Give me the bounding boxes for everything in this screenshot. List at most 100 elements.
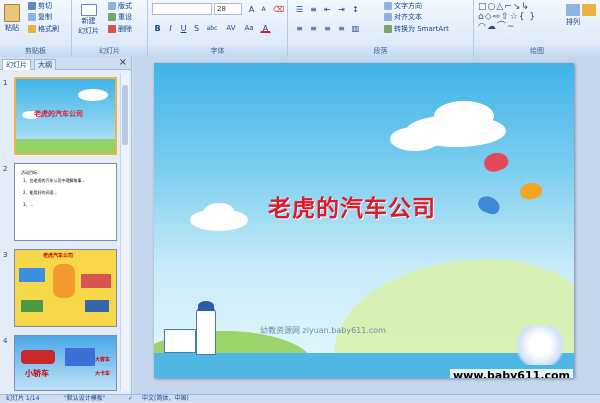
align-right-icon[interactable]: ≡ [322,22,333,33]
thumb-title: 老虎的汽车公司 [34,110,83,118]
shapes-gallery[interactable]: □○△⌐↘↳ ⌂◇⇨⇧☆{ } ◠☁⌒~ [478,2,560,34]
drawing-group-label: 绘图 [474,46,600,57]
panel-tabs: 幻灯片 大纲 × [0,57,131,70]
smartart-icon [384,25,392,33]
site-caption: 幼教资源网 ziyuan.baby611.com [260,326,386,335]
change-case-button[interactable]: Aa [242,22,256,33]
font-group: 28 A A ⌫ B I U S abc AV Aa A 字体 [148,0,288,57]
shadow-button[interactable]: abc [204,22,220,33]
arrange-button[interactable]: 排列 [566,4,580,27]
arrange-icon [566,4,580,16]
slide-editor: 老虎的汽车公司 幼教资源网 ziyuan.baby611.com www.bab… [133,57,600,394]
cut-button[interactable]: 剪切 [28,1,52,11]
quick-styles-button[interactable] [582,4,596,16]
tab-outline[interactable]: 大纲 [34,59,56,70]
layout-button[interactable]: 版式 [108,1,132,11]
lighthouse-roof [198,301,214,311]
strikethrough-button[interactable]: S [191,22,202,33]
slide-thumbnail-4[interactable]: 小轿车 大客车 大卡车 [14,335,117,391]
tab-slides[interactable]: 幻灯片 [2,59,31,70]
cloud [434,101,494,131]
font-group-label: 字体 [148,46,287,57]
thumb-title: 老虎汽车公司 [43,253,74,259]
thumb-number: 1 [3,79,8,87]
clipboard-group-label: 剪贴板 [0,46,71,57]
font-size-combo[interactable]: 28 [214,3,242,15]
slides-panel: 幻灯片 大纲 × 1 老虎的汽车公司 2 活动目标： 1、在老虎的汽车公司中理解… [0,57,132,394]
smartart-button[interactable]: 转换为 SmartArt [384,24,449,34]
bold-button[interactable]: B [152,22,163,33]
thumb-number: 2 [3,165,8,173]
watermark: www.baby611.com [450,369,573,378]
text-direction-button[interactable]: 文字方向 [384,1,422,11]
thumb-label: 大卡车 [95,371,111,377]
align-center-icon[interactable]: ≡ [308,22,319,33]
copy-button[interactable]: 复制 [28,12,52,22]
slide-title[interactable]: 老虎的汽车公司 [268,189,436,223]
justify-icon[interactable]: ≡ [336,22,347,33]
thumb-label: 小轿车 [25,369,49,378]
numbering-icon[interactable]: ≡ [308,3,319,14]
line-spacing-icon[interactable]: ↕ [350,3,361,14]
lighthouse [196,307,216,355]
thumb-line: 3、... [23,202,34,207]
align-text-button[interactable]: 对齐文本 [384,12,422,22]
bullets-icon[interactable]: ☰ [294,3,305,14]
align-left-icon[interactable]: ≡ [294,22,305,33]
italic-button[interactable]: I [165,22,176,33]
car-illustration [21,350,55,364]
paragraph-group: ☰ ≡ ⇤ ⇥ ↕ 文字方向 对齐文本 转换为 SmartArt ≡ ≡ ≡ ≡… [288,0,474,57]
scissors-icon [28,2,36,10]
cloud [78,89,108,101]
columns-icon[interactable]: ▥ [350,22,361,33]
bird-icon [481,149,511,175]
car-illustration [21,300,43,312]
increase-indent-icon[interactable]: ⇥ [336,3,347,14]
slides-group-label: 幻灯片 [72,46,147,57]
grow-font-icon[interactable]: A [246,3,257,14]
bus-illustration [65,348,95,366]
slide-thumbnail-1[interactable]: 老虎的汽车公司 [14,77,117,155]
shrink-font-icon[interactable]: A [258,3,269,14]
decrease-indent-icon[interactable]: ⇤ [322,3,333,14]
format-painter-button[interactable]: 格式刷 [28,24,59,34]
bird-icon [518,180,544,202]
delete-icon [108,25,116,33]
scrollbar-thumb[interactable] [122,85,128,145]
slide-thumbnail-3[interactable]: 老虎汽车公司 [14,249,117,327]
thumb-line: 活动目标： [21,170,41,175]
panel-scrollbar[interactable] [120,73,129,391]
new-slide-button[interactable]: 新建 幻灯片 [78,4,99,36]
font-name-combo[interactable] [152,3,212,15]
brush-icon [28,25,36,33]
clipboard-group: 粘贴 剪切 复制 格式刷 剪贴板 [0,0,72,57]
cloud [204,203,234,219]
char-spacing-button[interactable]: AV [224,22,238,33]
slides-group: 新建 幻灯片 版式 重设 删除 幻灯片 [72,0,148,57]
main-slide[interactable]: 老虎的汽车公司 幼教资源网 ziyuan.baby611.com www.bab… [154,63,574,378]
delete-button[interactable]: 删除 [108,24,132,34]
close-panel-icon[interactable]: × [119,57,127,68]
thumb-label: 大客车 [95,357,111,363]
clear-format-icon[interactable]: ⌫ [272,3,284,14]
paste-button[interactable]: 粘贴 [4,4,20,33]
bird-icon [475,193,503,217]
thumb-number: 4 [3,337,8,345]
cloud [390,127,440,151]
reset-button[interactable]: 重设 [108,12,132,22]
paragraph-group-label: 段落 [288,46,473,57]
paste-icon [4,4,20,22]
new-slide-icon [80,4,97,16]
flower-cluster [510,325,570,365]
layout-icon [108,2,116,10]
house [164,329,196,353]
car-illustration [85,300,109,312]
thumb-number: 3 [3,251,8,259]
drawing-group: □○△⌐↘↳ ⌂◇⇨⇧☆{ } ◠☁⌒~ 排列 绘图 [474,0,600,57]
thumb-line: 2、能用好的词语... [23,190,58,195]
align-text-icon [384,13,392,21]
underline-button[interactable]: U [178,22,189,33]
font-color-button[interactable]: A [260,22,271,33]
quick-styles-icon [582,4,596,16]
slide-thumbnail-2[interactable]: 活动目标： 1、在老虎的汽车公司中理解故事... 2、能用好的词语... 3、.… [14,163,117,241]
